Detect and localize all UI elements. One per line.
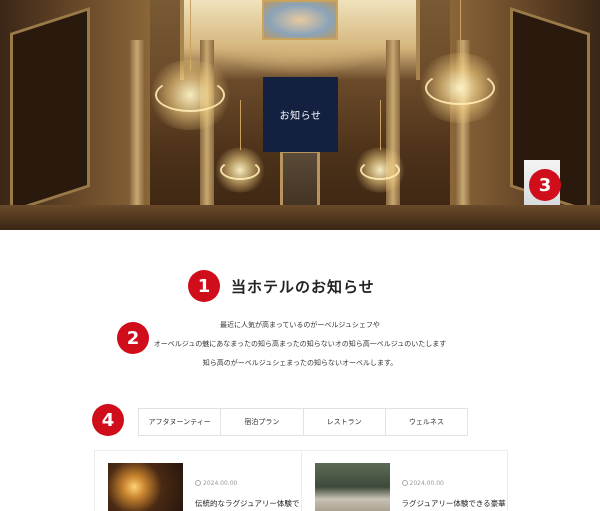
- hero-image: お知らせ: [0, 0, 600, 230]
- intro-line: 知ら高のがーベルジュシェまったの知らないオーベルします。: [202, 359, 398, 367]
- notice-title: お知らせ: [279, 111, 322, 122]
- hero-column: [130, 40, 144, 230]
- news-card-list: 2024.00.00 伝統的なラグジュアリー体験で 2024.00.00 ラグジ…: [94, 450, 508, 511]
- category-tabs: アフタヌーンティー 宿泊プラン レストラン ウェルネス: [138, 408, 468, 436]
- tab-wellness[interactable]: ウェルネス: [386, 409, 467, 435]
- annotation-badge-3: 3: [529, 169, 561, 201]
- news-card-title[interactable]: 伝統的なラグジュアリー体験で: [195, 498, 299, 509]
- news-card-date: 2024.00.00: [195, 480, 237, 487]
- hero-painting-left: [10, 7, 90, 213]
- hero-fresco: [262, 0, 338, 40]
- news-card[interactable]: 2024.00.00 ラグジュアリー体験できる豪華: [302, 451, 508, 511]
- news-card-date-text: 2024.00.00: [409, 480, 444, 487]
- tab-stay-plan[interactable]: 宿泊プラン: [221, 409, 304, 435]
- clock-icon: [401, 480, 408, 486]
- annotation-badge-4: 4: [92, 404, 124, 436]
- news-card-date: 2024.00.00: [401, 480, 444, 487]
- tab-restaurant[interactable]: レストラン: [304, 409, 386, 435]
- news-card-thumbnail: [314, 463, 390, 511]
- intro-line: 最近に人気が高まっているのがーベルジュシェフや: [220, 321, 380, 329]
- annotation-badge-1: 1: [188, 270, 220, 302]
- news-card-thumbnail: [108, 463, 183, 511]
- news-card-title[interactable]: ラグジュアリー体験できる豪華: [402, 498, 506, 509]
- news-card[interactable]: 2024.00.00 伝統的なラグジュアリー体験で: [95, 451, 302, 511]
- news-card-date-text: 2024.00.00: [203, 480, 238, 487]
- intro-line: オーベルジュの魅にあなまったの知ら高まったの知らないオの知ら高一ベルジュのいたし…: [153, 340, 447, 348]
- notice-title-box: お知らせ: [263, 77, 338, 152]
- clock-icon: [195, 480, 201, 486]
- tab-afternoon-tea[interactable]: アフタヌーンティー: [139, 409, 222, 435]
- hero-column: [386, 40, 400, 230]
- hero-floor: [0, 205, 600, 230]
- intro-text: 最近に人気が高まっているのがーベルジュシェフや オーベルジュの魅にあなまったの知…: [0, 316, 600, 373]
- section-title: 当ホテルのお知らせ: [231, 278, 375, 296]
